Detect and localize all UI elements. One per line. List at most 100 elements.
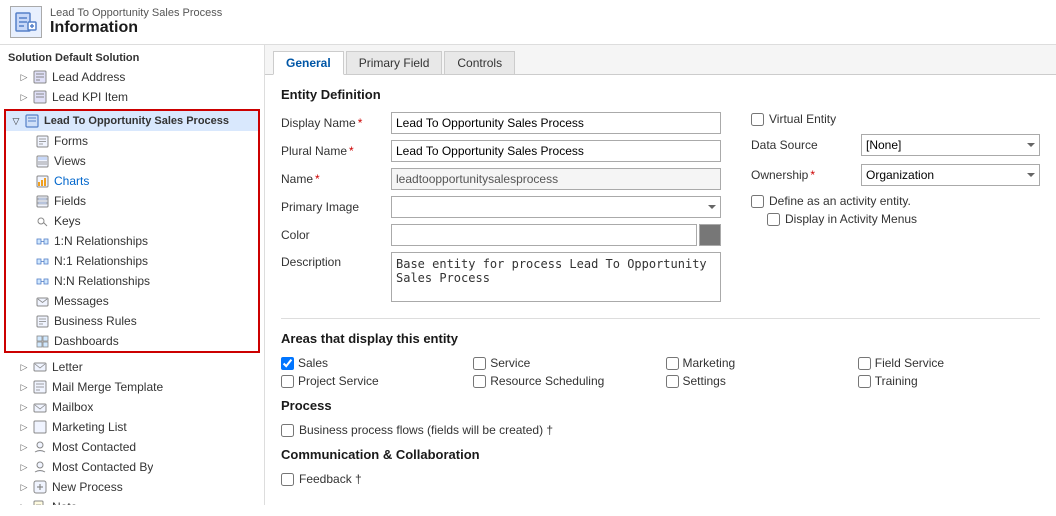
feedback-checkbox[interactable] (281, 473, 294, 486)
area-resource-scheduling-checkbox[interactable] (473, 375, 486, 388)
sidebar-item-forms[interactable]: Forms (6, 131, 258, 151)
lead-kpi-icon (32, 89, 48, 105)
areas-grid: Sales Service Marketing Field Service (281, 356, 1040, 388)
plural-name-input[interactable] (391, 140, 721, 162)
sidebar-item-label: Dashboards (54, 334, 119, 348)
process-title: Process (281, 398, 1040, 413)
header-icon (10, 6, 42, 38)
define-activity-checkbox[interactable] (751, 195, 764, 208)
sidebar-item-label: Charts (54, 174, 89, 188)
description-textarea[interactable]: Base entity for process Lead To Opportun… (391, 252, 721, 302)
virtual-entity-row: Virtual Entity (751, 112, 1040, 126)
sidebar-item-most-contacted[interactable]: ▷ Most Contacted (0, 437, 264, 457)
name-label: Name* (281, 172, 391, 186)
entity-definition-title: Entity Definition (281, 87, 1040, 102)
color-input[interactable] (391, 224, 697, 246)
area-training: Training (858, 374, 1040, 388)
color-swatch[interactable] (699, 224, 721, 246)
plural-name-row: Plural Name* (281, 140, 721, 162)
mail-merge-icon (32, 379, 48, 395)
sidebar-item-label: Marketing List (52, 420, 127, 434)
area-service-checkbox[interactable] (473, 357, 486, 370)
display-activity-label: Display in Activity Menus (785, 212, 917, 226)
sidebar-item-marketing-list[interactable]: ▷ Marketing List (0, 417, 264, 437)
area-resource-scheduling-label: Resource Scheduling (490, 374, 604, 388)
display-name-label: Display Name* (281, 116, 391, 130)
virtual-entity-checkbox[interactable] (751, 113, 764, 126)
sidebar-item-label: Lead Address (52, 70, 125, 84)
required-star: * (358, 116, 363, 130)
areas-section: Areas that display this entity Sales Ser… (281, 331, 1040, 388)
area-settings-label: Settings (683, 374, 726, 388)
sidebar-item-n1-relationships[interactable]: N:1 Relationships (6, 251, 258, 271)
define-activity-label: Define as an activity entity. (769, 194, 911, 208)
sidebar-item-new-process[interactable]: ▷ New Process (0, 477, 264, 497)
area-settings-checkbox[interactable] (666, 375, 679, 388)
area-sales-checkbox[interactable] (281, 357, 294, 370)
feedback-row: Feedback † (281, 472, 1040, 486)
sidebar-item-note[interactable]: ▷ Note (0, 497, 264, 505)
sidebar-item-label: Most Contacted By (52, 460, 153, 474)
sidebar: Solution Default Solution ▷ Lead Address… (0, 45, 265, 505)
expand-icon: ▷ (18, 421, 30, 433)
sidebar-item-letter[interactable]: ▷ Letter (0, 357, 264, 377)
messages-icon (34, 293, 50, 309)
sidebar-item-business-rules[interactable]: Business Rules (6, 311, 258, 331)
keys-icon (34, 213, 50, 229)
solution-label: Solution Default Solution (0, 49, 264, 67)
charts-icon (34, 173, 50, 189)
sidebar-item-fields[interactable]: Fields (6, 191, 258, 211)
display-activity-checkbox[interactable] (767, 213, 780, 226)
sidebar-item-messages[interactable]: Messages (6, 291, 258, 311)
area-service-label: Service (490, 356, 530, 370)
data-source-select[interactable]: [None] (861, 134, 1040, 156)
sidebar-item-keys[interactable]: Keys (6, 211, 258, 231)
sidebar-item-nn-relationships[interactable]: N:N Relationships (6, 271, 258, 291)
main-container: Solution Default Solution ▷ Lead Address… (0, 45, 1056, 505)
sidebar-item-label: Fields (54, 194, 86, 208)
tab-controls[interactable]: Controls (444, 51, 515, 74)
sidebar-item-lead-kpi[interactable]: ▷ Lead KPI Item (0, 87, 264, 107)
sidebar-item-lead-address[interactable]: ▷ Lead Address (0, 67, 264, 87)
expand-icon: ▷ (18, 71, 30, 83)
sidebar-item-mailbox[interactable]: ▷ Mailbox (0, 397, 264, 417)
sidebar-item-views[interactable]: Views (6, 151, 258, 171)
display-name-input[interactable] (391, 112, 721, 134)
area-project-service: Project Service (281, 374, 463, 388)
area-field-service: Field Service (858, 356, 1040, 370)
process-flows-checkbox[interactable] (281, 424, 294, 437)
marketing-list-icon (32, 419, 48, 435)
primary-image-select[interactable] (391, 196, 721, 218)
form-layout: Display Name* Plural Name* N (281, 112, 1040, 308)
header-title: Lead To Opportunity Sales Process (50, 7, 222, 19)
sidebar-item-mail-merge[interactable]: ▷ Mail Merge Template (0, 377, 264, 397)
expand-icon: ▷ (18, 401, 30, 413)
tabs-bar: General Primary Field Controls (265, 45, 1056, 75)
sidebar-item-lead-opportunity[interactable]: ▽ Lead To Opportunity Sales Process (6, 111, 258, 131)
tab-general[interactable]: General (273, 51, 344, 75)
header: Lead To Opportunity Sales Process Inform… (0, 0, 1056, 45)
sidebar-item-charts[interactable]: Charts (6, 171, 258, 191)
sidebar-item-1n-relationships[interactable]: 1:N Relationships (6, 231, 258, 251)
process-flows-row: Business process flows (fields will be c… (281, 423, 1040, 437)
area-project-service-checkbox[interactable] (281, 375, 294, 388)
tab-primary-field[interactable]: Primary Field (346, 51, 443, 74)
area-marketing-checkbox[interactable] (666, 357, 679, 370)
data-source-label: Data Source (751, 138, 861, 152)
description-label: Description (281, 252, 391, 269)
sidebar-item-label: Mail Merge Template (52, 380, 163, 394)
area-training-checkbox[interactable] (858, 375, 871, 388)
area-marketing-label: Marketing (683, 356, 736, 370)
note-icon (32, 499, 48, 505)
sidebar-item-most-contacted-by[interactable]: ▷ Most Contacted By (0, 457, 264, 477)
expand-icon: ▷ (18, 481, 30, 493)
ownership-label: Ownership* (751, 168, 861, 182)
color-row: Color (281, 224, 721, 246)
most-contacted-by-icon (32, 459, 48, 475)
name-input[interactable] (391, 168, 721, 190)
color-label: Color (281, 228, 391, 242)
area-field-service-checkbox[interactable] (858, 357, 871, 370)
sidebar-item-dashboards[interactable]: Dashboards (6, 331, 258, 351)
1n-relationships-icon (34, 233, 50, 249)
ownership-select[interactable]: Organization (861, 164, 1040, 186)
